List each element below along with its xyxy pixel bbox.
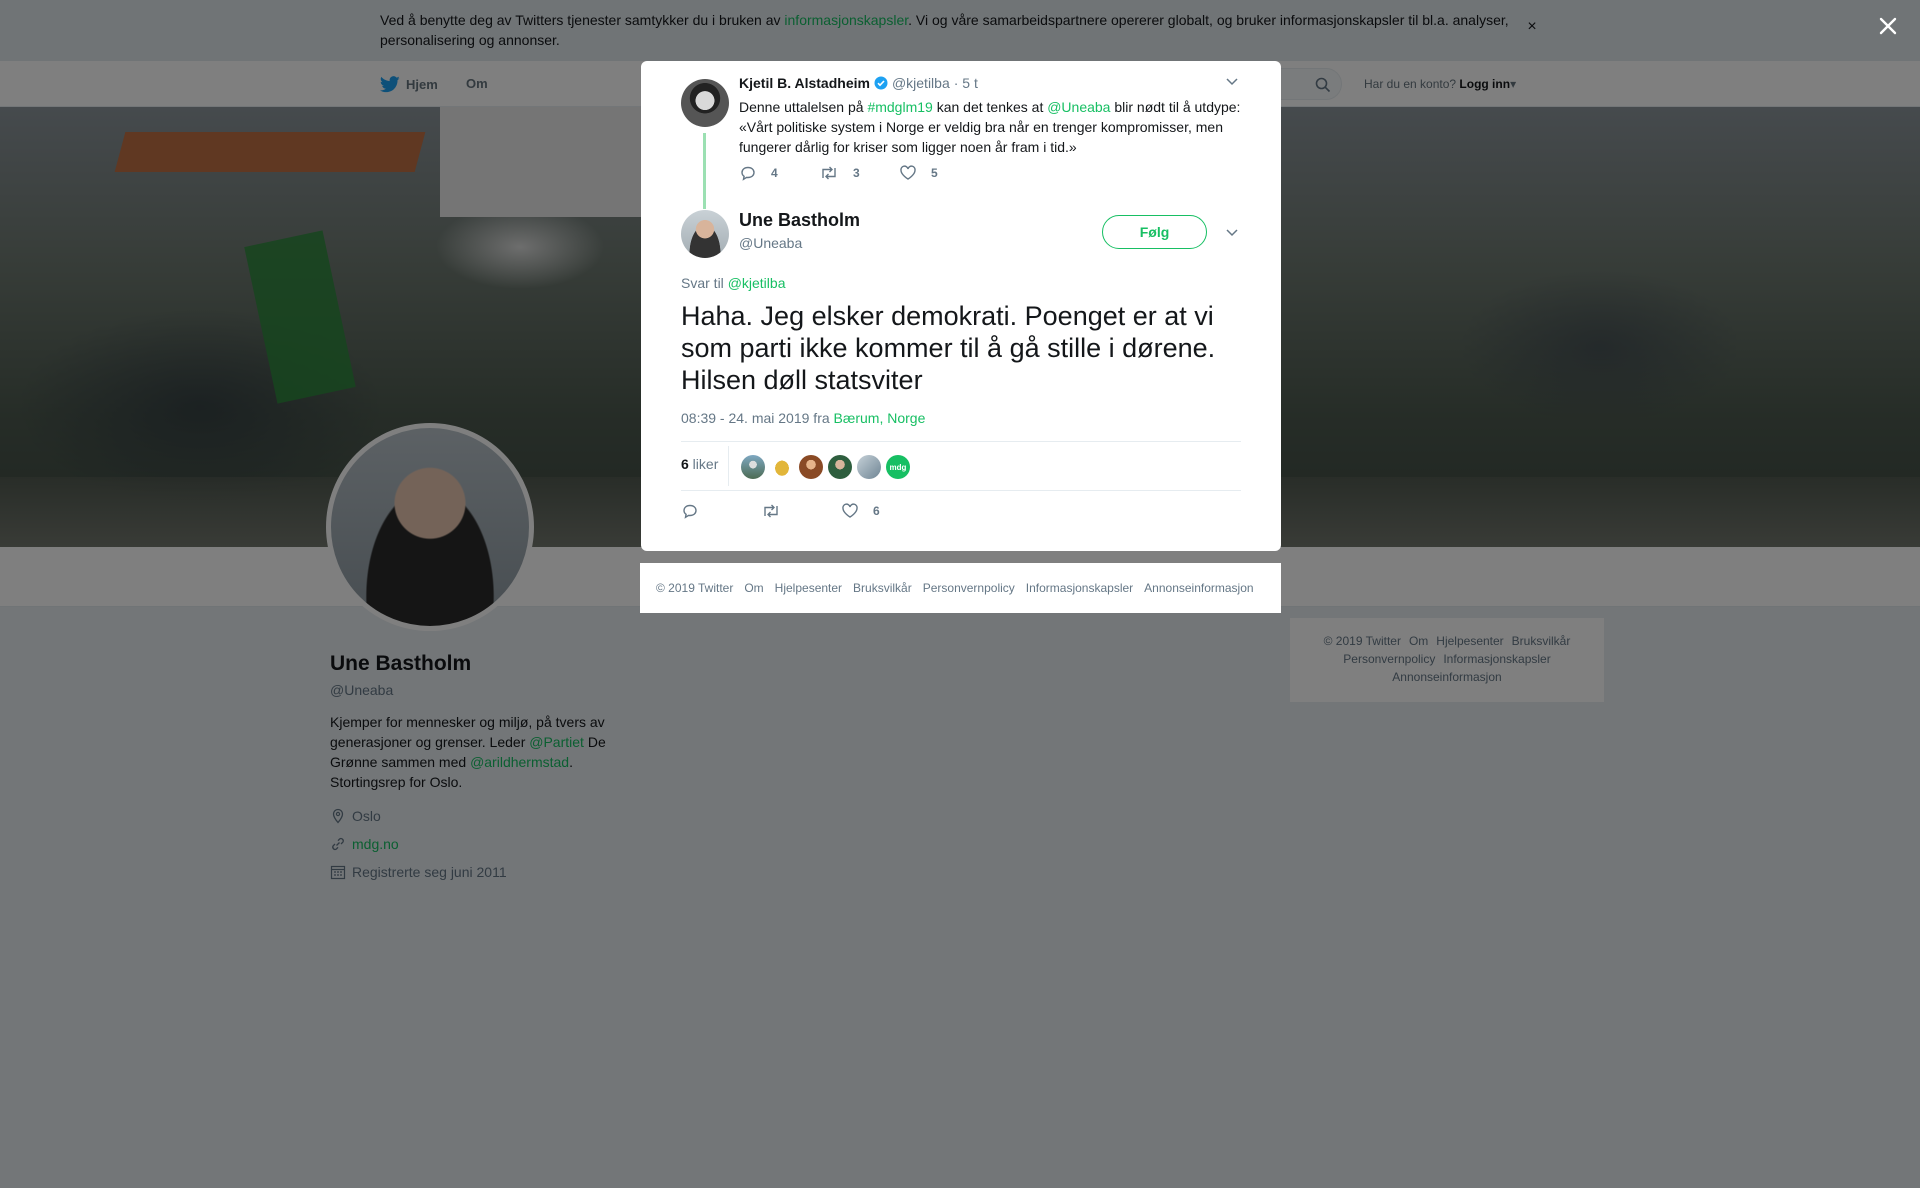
parent-tweet-actions: 4 3 5 bbox=[739, 165, 1249, 181]
reply-to-handle[interactable]: @kjetilba bbox=[728, 275, 786, 291]
reply-context: Svar til @kjetilba bbox=[681, 275, 785, 291]
main-tweet-actions: 6 bbox=[681, 503, 921, 519]
parent-text-1: Denne uttalelsen på bbox=[739, 99, 868, 115]
parent-tweet: Kjetil B. Alstadheim @kjetilba · 5 t Den… bbox=[739, 75, 1249, 181]
main-tweet-avatar[interactable] bbox=[681, 210, 729, 258]
likes-count-number: 6 bbox=[681, 456, 689, 472]
modal-footer-link-om[interactable]: Om bbox=[744, 581, 763, 595]
mdg-badge-text: mdg bbox=[889, 462, 907, 472]
liker-avatars: mdg bbox=[741, 455, 910, 479]
retweet-icon bbox=[764, 504, 778, 518]
parent-tweet-handle[interactable]: @kjetilba bbox=[892, 75, 950, 91]
main-tweet-header: Une Bastholm @Uneaba bbox=[739, 210, 860, 251]
heart-icon bbox=[842, 503, 858, 518]
liker-avatar[interactable]: mdg bbox=[886, 455, 910, 479]
main-tweet-handle[interactable]: @Uneaba bbox=[739, 235, 860, 251]
close-icon[interactable] bbox=[1874, 12, 1902, 40]
likes-summary: 6 liker mdg bbox=[681, 441, 1241, 491]
main-tweet-text: Haha. Jeg elsker demokrati. Poenget er a… bbox=[681, 301, 1216, 395]
parent-retweet-count: 3 bbox=[853, 166, 860, 180]
parent-retweet-button[interactable]: 3 bbox=[819, 165, 899, 181]
main-tweet-chevron-down-icon[interactable] bbox=[1224, 224, 1240, 240]
reply-icon bbox=[683, 504, 697, 519]
parent-like-count: 5 bbox=[931, 166, 938, 180]
parent-reply-count: 4 bbox=[771, 166, 778, 180]
liker-avatar[interactable] bbox=[857, 455, 881, 479]
main-retweet-button[interactable] bbox=[761, 503, 841, 519]
modal-footer-link-privacy[interactable]: Personvernpolicy bbox=[923, 581, 1015, 595]
parent-reply-button[interactable]: 4 bbox=[739, 165, 819, 181]
main-tweet-author-name[interactable]: Une Bastholm bbox=[739, 210, 860, 231]
modal-footer-link-terms[interactable]: Bruksvilkår bbox=[853, 581, 912, 595]
parent-tweet-author-name[interactable]: Kjetil B. Alstadheim bbox=[739, 75, 870, 91]
parent-tweet-chevron-down-icon[interactable] bbox=[1224, 73, 1240, 89]
main-like-button[interactable]: 6 bbox=[841, 503, 921, 519]
main-like-count: 6 bbox=[873, 504, 880, 518]
likes-count-label: liker bbox=[688, 456, 719, 472]
liker-avatar[interactable] bbox=[770, 455, 794, 479]
thread-line bbox=[703, 133, 706, 209]
parent-text-2: kan det tenkes at bbox=[932, 99, 1048, 115]
timestamp-text[interactable]: 08:39 - 24. mai 2019 fra bbox=[681, 410, 834, 426]
modal-footer: © 2019 Twitter Om Hjelpesenter Bruksvilk… bbox=[640, 563, 1281, 613]
parent-tweet-avatar[interactable] bbox=[681, 79, 729, 127]
liker-avatar[interactable] bbox=[799, 455, 823, 479]
liker-avatar[interactable] bbox=[828, 455, 852, 479]
parent-hashtag[interactable]: #mdglm19 bbox=[867, 99, 932, 115]
reply-to-label: Svar til bbox=[681, 275, 728, 291]
tweet-location-link[interactable]: Bærum, Norge bbox=[834, 410, 926, 426]
parent-mention[interactable]: @Uneaba bbox=[1047, 99, 1110, 115]
parent-like-button[interactable]: 5 bbox=[899, 165, 979, 181]
parent-tweet-time[interactable]: · 5 t bbox=[954, 75, 978, 91]
parent-tweet-header: Kjetil B. Alstadheim @kjetilba · 5 t bbox=[739, 75, 1249, 91]
liker-avatar[interactable] bbox=[741, 455, 765, 479]
retweet-icon bbox=[822, 166, 836, 180]
likes-divider bbox=[728, 446, 729, 486]
heart-icon bbox=[900, 165, 916, 180]
modal-footer-link-cookies[interactable]: Informasjonskapsler bbox=[1026, 581, 1133, 595]
tweet-timestamp: 08:39 - 24. mai 2019 fra Bærum, Norge bbox=[681, 410, 925, 426]
verified-badge-icon bbox=[874, 76, 888, 90]
main-reply-button[interactable] bbox=[681, 503, 761, 519]
modal-footer-copyright: © 2019 Twitter bbox=[656, 581, 734, 595]
modal-footer-link-ads[interactable]: Annonseinformasjon bbox=[1144, 581, 1253, 595]
follow-button[interactable]: Følg bbox=[1102, 215, 1207, 249]
modal-footer-link-help[interactable]: Hjelpesenter bbox=[775, 581, 842, 595]
parent-tweet-text: Denne uttalelsen på #mdglm19 kan det ten… bbox=[739, 97, 1249, 157]
reply-icon bbox=[741, 166, 755, 181]
likes-count[interactable]: 6 liker bbox=[681, 456, 718, 472]
tweet-permalink-modal: Kjetil B. Alstadheim @kjetilba · 5 t Den… bbox=[641, 61, 1281, 551]
